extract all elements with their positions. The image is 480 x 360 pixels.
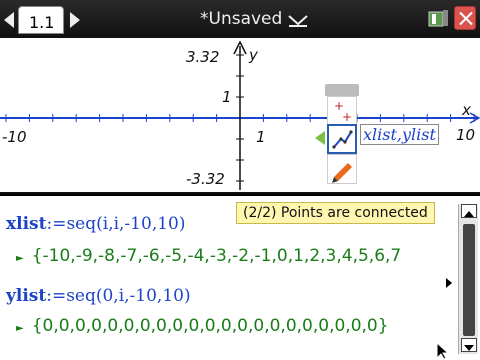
graph-axes bbox=[0, 40, 480, 190]
plus-markers-icon: + + bbox=[334, 99, 352, 124]
scrollbar-thumb[interactable] bbox=[463, 224, 475, 336]
result-line-2[interactable]: ► {0,0,0,0,0,0,0,0,0,0,0,0,0,0,0,0,0,0,0,… bbox=[16, 316, 446, 336]
line2-variable: ylist bbox=[6, 286, 47, 306]
line1-expression: :=seq(i,i,-10,10) bbox=[46, 214, 186, 234]
toolbar-handle bbox=[325, 84, 359, 96]
next-page-arrow-icon[interactable] bbox=[70, 12, 80, 28]
document-title[interactable]: *Unsaved bbox=[200, 9, 282, 29]
y-tick-label: 1 bbox=[222, 88, 232, 106]
green-pointer-icon bbox=[315, 131, 325, 145]
line1-variable: xlist bbox=[6, 214, 47, 234]
x-tick-label: 1 bbox=[256, 128, 266, 146]
close-button[interactable] bbox=[454, 6, 476, 30]
scroll-up-button[interactable] bbox=[461, 204, 477, 218]
line2-expression: :=seq(0,i,-10,10) bbox=[46, 286, 191, 306]
line1-result: {-10,-9,-8,-7,-6,-5,-4,-3,-2,-1,0,1,2,3,… bbox=[31, 246, 402, 266]
chevron-up-icon bbox=[464, 211, 474, 217]
tab-label: 1.1 bbox=[29, 13, 55, 32]
tab-1-1[interactable]: 1.1 bbox=[18, 6, 64, 34]
mouse-cursor-icon bbox=[436, 342, 450, 360]
svg-text:+: + bbox=[342, 110, 352, 124]
chevron-down-icon bbox=[464, 345, 474, 351]
entry-line-1[interactable]: xlist:=seq(i,i,-10,10) bbox=[6, 214, 185, 234]
result-line-1[interactable]: ► {-10,-9,-8,-7,-6,-5,-4,-3,-2,-1,0,1,2,3… bbox=[16, 246, 446, 266]
result-arrow-icon: ► bbox=[16, 253, 24, 264]
plot-label[interactable]: xlist,ylist bbox=[360, 124, 439, 145]
more-results-arrow-icon[interactable] bbox=[446, 278, 452, 288]
y-min-label: -3.32 bbox=[186, 170, 225, 188]
x-min-label: -10 bbox=[2, 128, 27, 146]
previous-page-arrow-icon[interactable] bbox=[4, 12, 14, 28]
y-max-label: 3.32 bbox=[186, 48, 220, 66]
point-style-button[interactable]: + + bbox=[327, 96, 357, 126]
status-tooltip: (2/2) Points are connected bbox=[236, 202, 435, 224]
connected-line-icon bbox=[332, 130, 353, 149]
pencil-icon bbox=[332, 163, 352, 183]
color-pencil-button[interactable] bbox=[327, 154, 357, 184]
top-bar: 1.1 *Unsaved bbox=[0, 0, 480, 38]
line2-result: {0,0,0,0,0,0,0,0,0,0,0,0,0,0,0,0,0,0,0,0… bbox=[31, 316, 389, 336]
chevron-down-icon[interactable] bbox=[287, 13, 309, 27]
graph-panel[interactable]: 3.32 y 1 -10 1 x 10 -3.32 bbox=[0, 38, 480, 194]
scroll-down-button[interactable] bbox=[461, 338, 477, 352]
x-axis-label: x bbox=[462, 101, 471, 119]
battery-icon bbox=[428, 10, 448, 27]
x-max-label: 10 bbox=[456, 126, 476, 144]
connect-points-button[interactable] bbox=[327, 124, 357, 154]
entry-line-2[interactable]: ylist:=seq(0,i,-10,10) bbox=[6, 286, 191, 306]
y-axis-label: y bbox=[249, 46, 258, 64]
result-arrow-icon: ► bbox=[16, 323, 24, 334]
calculator-scrollbar[interactable] bbox=[458, 204, 478, 354]
